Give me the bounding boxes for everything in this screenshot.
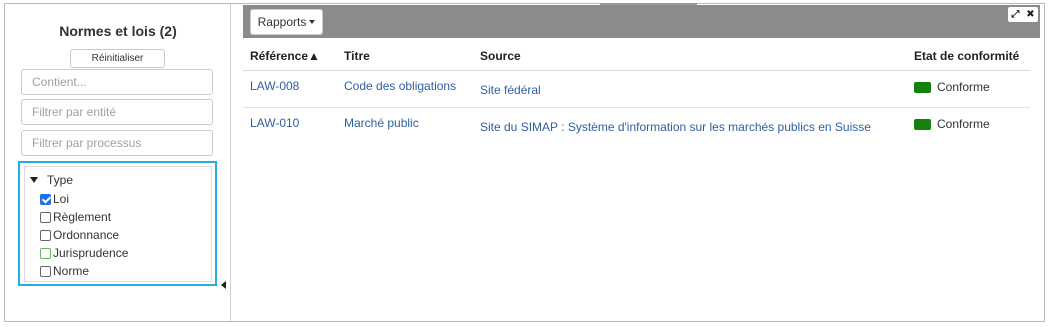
- type-filter-header: Type: [47, 173, 74, 187]
- checkbox-icon[interactable]: [40, 265, 51, 277]
- sidebar-title: Normes et lois (2): [59, 23, 177, 39]
- status-label: Conforme: [937, 80, 990, 94]
- column-header-reference[interactable]: Référence▲: [250, 49, 320, 63]
- type-option-label: Règlement: [53, 210, 112, 224]
- status-color-swatch: [914, 118, 931, 130]
- type-filter-toggle[interactable]: Type: [30, 173, 73, 187]
- type-option-loi[interactable]: Loi: [40, 191, 69, 207]
- checkbox-icon[interactable]: [40, 211, 51, 223]
- process-filter-input[interactable]: [21, 130, 213, 156]
- reference-link[interactable]: LAW-010: [250, 116, 299, 130]
- reports-label: Rapports: [257, 15, 307, 29]
- column-header-status[interactable]: Etat de conformité: [914, 49, 1019, 63]
- type-filter-list: Type Loi Règlement Ordonnance Jurisprude…: [24, 166, 212, 282]
- reset-button[interactable]: Réinitialiser: [70, 49, 165, 68]
- column-header-title[interactable]: Titre: [344, 49, 370, 63]
- norms-table: Référence▲ Titre Source Etat de conformi…: [243, 38, 1030, 145]
- table-row[interactable]: LAW-010 Marché public Site du SIMAP : Sy…: [243, 108, 1030, 145]
- filter-sidebar: Normes et lois (2) Réinitialiser Type Lo…: [5, 4, 231, 321]
- checkbox-icon[interactable]: [40, 229, 51, 241]
- reports-dropdown-button[interactable]: Rapports: [250, 9, 323, 35]
- chevron-down-icon: [309, 20, 316, 24]
- type-option-ordonnance[interactable]: Ordonnance: [40, 227, 119, 243]
- type-option-norme[interactable]: Norme: [40, 263, 89, 279]
- caret-down-icon: [30, 177, 38, 183]
- type-option-jurisprudence[interactable]: Jurisprudence: [40, 245, 128, 261]
- type-option-label: Norme: [53, 264, 90, 278]
- title-link[interactable]: Marché public: [344, 116, 419, 130]
- type-option-label: Loi: [53, 192, 70, 206]
- source-link[interactable]: Site fédéral: [480, 83, 541, 97]
- status-label: Conforme: [937, 117, 990, 131]
- type-option-reglement[interactable]: Règlement: [40, 209, 111, 225]
- status-badge: Conforme: [914, 80, 990, 94]
- close-icon[interactable]: ✖: [1026, 9, 1034, 20]
- expand-icon[interactable]: ⤢: [1011, 9, 1019, 20]
- type-option-label: Ordonnance: [53, 228, 120, 242]
- title-link[interactable]: Code des obligations: [344, 79, 456, 93]
- sort-asc-icon: ▲: [308, 49, 320, 63]
- checkbox-icon[interactable]: [40, 247, 51, 259]
- window-controls: ⤢ ✖: [1008, 7, 1038, 22]
- column-header-source[interactable]: Source: [480, 49, 521, 63]
- table-row[interactable]: LAW-008 Code des obligations Site fédéra…: [243, 71, 1030, 108]
- toolbar: Rapports ⤢ ✖: [243, 5, 1040, 38]
- collapse-sidebar-icon[interactable]: [221, 281, 226, 289]
- contains-filter-input[interactable]: [21, 69, 213, 95]
- checkbox-checked-icon[interactable]: [40, 193, 51, 205]
- status-color-swatch: [914, 81, 931, 93]
- type-option-label: Jurisprudence: [53, 246, 129, 260]
- source-link[interactable]: Site du SIMAP : Système d'information su…: [480, 120, 871, 134]
- reference-link[interactable]: LAW-008: [250, 79, 299, 93]
- status-badge: Conforme: [914, 117, 990, 131]
- type-filter-panel: Type Loi Règlement Ordonnance Jurisprude…: [18, 161, 217, 286]
- table-header: Référence▲ Titre Source Etat de conformi…: [243, 38, 1030, 71]
- entity-filter-input[interactable]: [21, 99, 213, 125]
- column-header-label: Référence: [250, 49, 309, 63]
